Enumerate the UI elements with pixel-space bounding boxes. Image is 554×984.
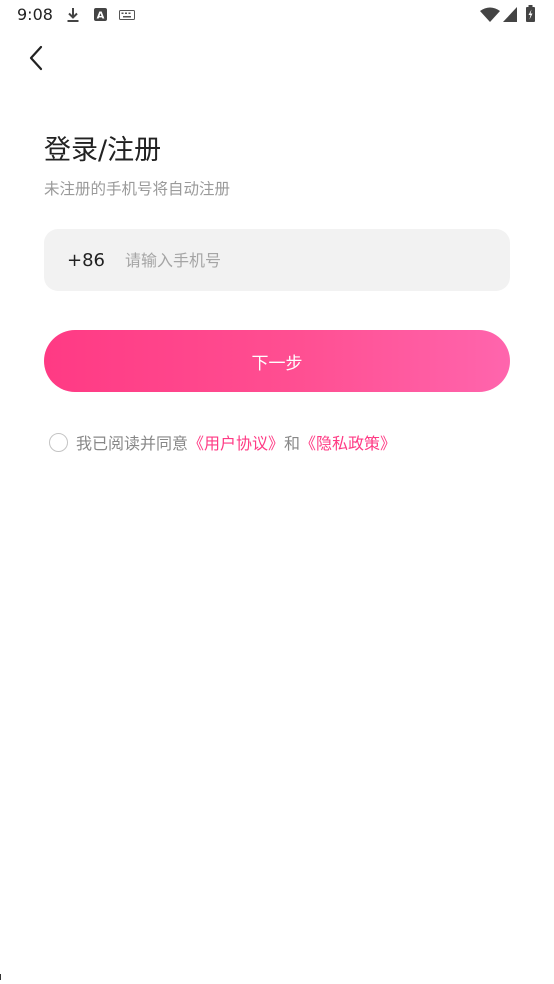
page-subtitle: 未注册的手机号将自动注册 (44, 180, 231, 198)
phone-input-box: +86 (44, 229, 510, 291)
next-button[interactable]: 下一步 (44, 330, 510, 392)
keyboard-icon (119, 10, 135, 20)
agree-checkbox[interactable] (49, 432, 68, 452)
corner-mark (0, 974, 4, 980)
status-time: 9:08 (17, 5, 53, 24)
privacy-policy-link[interactable]: 《隐私政策》 (300, 430, 396, 454)
back-button[interactable] (18, 40, 54, 76)
cell-signal-icon (503, 7, 517, 22)
status-bar: 9:08 A (0, 0, 554, 30)
agreement-text: 我已阅读并同意 (76, 434, 189, 453)
phone-input[interactable] (125, 242, 485, 278)
agreement-and-text: 和 (284, 434, 301, 453)
battery-icon (526, 5, 535, 22)
country-code[interactable]: +86 (67, 249, 105, 273)
user-agreement-link[interactable]: 《用户协议》 (188, 430, 284, 454)
wifi-icon (480, 7, 500, 22)
a-letter-icon: A (94, 8, 107, 21)
download-icon (67, 8, 79, 22)
chevron-left-icon (29, 45, 43, 71)
page-title: 登录/注册 (44, 135, 162, 166)
a-letter-glyph: A (97, 11, 105, 22)
agreement-row: 我已阅读并同意 《用户协议》 和 《隐私政策》 (49, 430, 396, 454)
